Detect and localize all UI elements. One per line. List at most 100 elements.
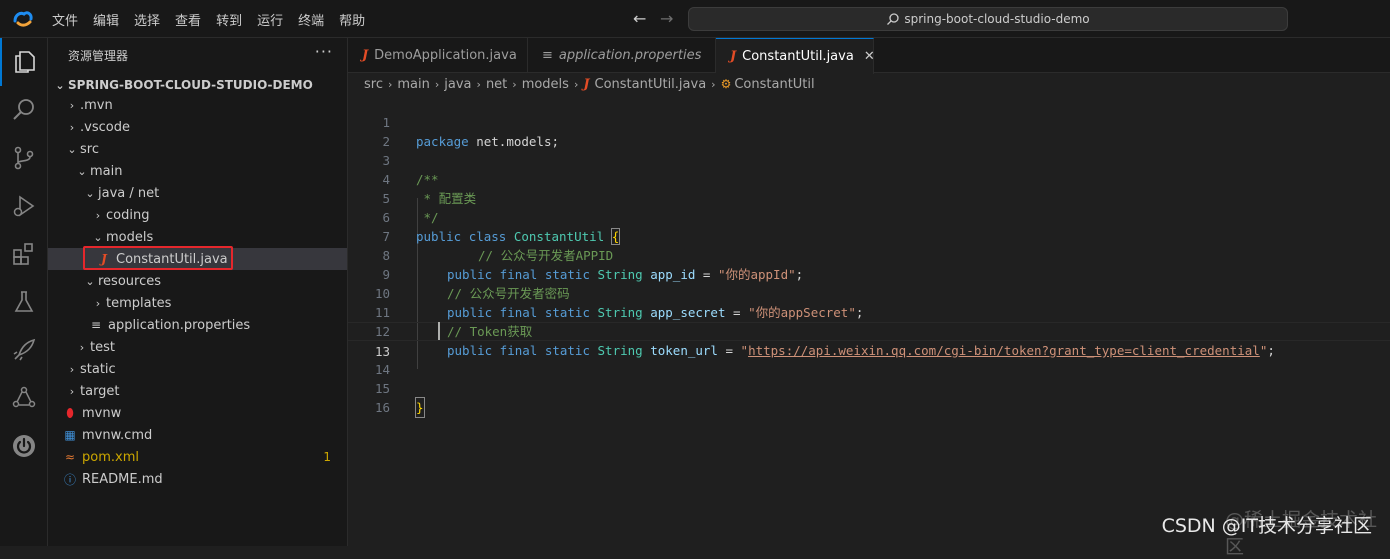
breadcrumb-item[interactable]: net	[486, 77, 507, 92]
code-editor[interactable]: 1 package net.models; 2 3 /** 4 * 配置类 5 …	[348, 94, 1390, 546]
sidebar-title: 资源管理器	[68, 49, 129, 63]
chevron-down-icon: ⌄	[67, 142, 77, 156]
tree-item-label: README.md	[82, 471, 163, 487]
tab-label: ConstantUtil.java	[742, 49, 854, 64]
watermark: CSDN @IT技术分享社区	[1161, 515, 1372, 537]
chevron-right-icon: ›	[573, 77, 579, 91]
tree-item-test[interactable]: › test	[48, 336, 347, 358]
tree-item-label: main	[90, 163, 123, 179]
code-line-current: 13	[348, 322, 1390, 359]
tab-label: application.properties	[558, 48, 702, 63]
chevron-right-icon: ›	[69, 362, 75, 376]
root-folder[interactable]: ⌄ SPRING-BOOT-CLOUD-STUDIO-DEMO	[52, 74, 312, 96]
tree-item-label: static	[80, 361, 116, 377]
chevron-down-icon: ⌄	[55, 78, 65, 92]
menu-selection[interactable]: 选择	[134, 10, 160, 29]
breadcrumb-item[interactable]: src	[364, 77, 383, 92]
run-debug-button[interactable]	[0, 182, 48, 230]
code-line: 1 package net.models;	[348, 94, 1390, 149]
extensions-button[interactable]	[0, 230, 48, 278]
tab-application-properties[interactable]: ≡ application.properties	[528, 38, 716, 73]
code-line: 6 public class ConstantUtil {	[348, 189, 1390, 245]
tree-item-application-properties[interactable]: ≡ application.properties	[48, 314, 347, 336]
share-icon	[12, 386, 36, 408]
explorer-button[interactable]	[0, 38, 48, 86]
breadcrumb-item[interactable]: ConstantUtil.java	[595, 77, 707, 92]
tree-item-label: .mvn	[80, 97, 113, 113]
java-file-icon: J	[730, 49, 737, 64]
tree-item-label: mvnw	[82, 405, 122, 421]
tree-item-models[interactable]: ⌄ models	[48, 226, 347, 248]
chevron-down-icon: ⌄	[77, 164, 87, 178]
arrow-right-icon[interactable]: →	[660, 9, 673, 28]
tree-item-label: models	[106, 229, 154, 245]
source-control-button[interactable]	[0, 134, 48, 182]
remote-explorer-button[interactable]	[0, 326, 48, 374]
tab-demoapplication-java[interactable]: J DemoApplication.java	[348, 38, 528, 73]
properties-file-icon: ≡	[542, 48, 553, 63]
editor-tabs: J DemoApplication.java ≡ application.pro…	[348, 38, 1390, 74]
tree-item-src[interactable]: ⌄ src	[48, 138, 347, 160]
tree-item-readme-md[interactable]: ⓘ README.md	[48, 468, 347, 490]
chevron-right-icon: ›	[512, 77, 517, 91]
code-line: 8 public final static String app_id = "你…	[348, 227, 1390, 282]
tree-item-mvn[interactable]: › .mvn	[48, 94, 347, 116]
tree-item-target[interactable]: › target	[48, 380, 347, 402]
arrow-left-icon[interactable]: ←	[633, 9, 646, 28]
code-line: 4 * 配置类	[348, 151, 1390, 206]
breadcrumb-item[interactable]: ConstantUtil	[734, 77, 814, 92]
search-button[interactable]	[0, 86, 48, 134]
chevron-right-icon: ›	[95, 296, 101, 310]
cloud-studio-logo-icon	[13, 11, 33, 27]
tree-item-coding[interactable]: › coding	[48, 204, 347, 226]
code-line: 15 }	[348, 360, 1390, 418]
tree-item-pom-xml[interactable]: ≈ pom.xml 1	[48, 446, 347, 468]
menu-run[interactable]: 运行	[257, 10, 283, 29]
line-number: 16	[374, 400, 390, 415]
tab-constantutil-java[interactable]: J ConstantUtil.java ✕	[716, 38, 875, 74]
files-icon	[15, 51, 35, 73]
close-icon[interactable]: ✕	[864, 49, 875, 64]
source-control-icon	[14, 146, 34, 170]
live-share-button[interactable]	[0, 374, 48, 422]
tree-item-static[interactable]: › static	[48, 358, 347, 380]
search-icon	[13, 99, 34, 120]
tree-item-label: target	[80, 383, 120, 399]
breadcrumb-item[interactable]: main	[397, 77, 429, 92]
tree-item-label: coding	[106, 207, 150, 223]
menu-view[interactable]: 查看	[175, 10, 201, 29]
menu-edit[interactable]: 编辑	[93, 10, 119, 29]
breadcrumb-item[interactable]: java	[444, 77, 471, 92]
tree-item-mvnw-cmd[interactable]: ▦ mvnw.cmd	[48, 424, 347, 446]
highlight-annotation-box	[83, 246, 233, 270]
tree-item-resources[interactable]: ⌄ resources	[48, 270, 347, 292]
command-center-search[interactable]: spring-boot-cloud-studio-demo	[688, 7, 1288, 31]
tree-item-java-net[interactable]: ⌄ java / net	[48, 182, 347, 204]
menu-bar: 文件 编辑 选择 查看 转到 运行 终端 帮助	[52, 0, 380, 38]
tree-item-label: templates	[106, 295, 172, 311]
tree-item-mvnw[interactable]: ⬮ mvnw	[48, 402, 347, 424]
menu-file[interactable]: 文件	[52, 10, 78, 29]
breadcrumb: src › main › java › net › models › J Con…	[364, 75, 815, 93]
shell-file-icon: ⬮	[66, 405, 74, 420]
spring-boot-button[interactable]	[0, 422, 48, 470]
run-debug-icon	[13, 195, 35, 217]
text-cursor	[438, 322, 440, 340]
code-line: 3 /**	[348, 132, 1390, 187]
tree-item-main[interactable]: ⌄ main	[48, 160, 347, 182]
chevron-right-icon: ›	[69, 384, 75, 398]
tree-item-vscode[interactable]: › .vscode	[48, 116, 347, 138]
tree-item-label: src	[80, 141, 99, 157]
tree-item-templates[interactable]: › templates	[48, 292, 347, 314]
chevron-right-icon: ›	[79, 340, 85, 354]
chevron-right-icon: ›	[476, 77, 481, 91]
more-actions-icon[interactable]: ···	[315, 42, 333, 61]
menu-terminal[interactable]: 终端	[298, 10, 324, 29]
breadcrumb-item[interactable]: models	[522, 77, 569, 92]
menu-go[interactable]: 转到	[216, 10, 242, 29]
power-icon	[13, 435, 35, 457]
testing-button[interactable]	[0, 278, 48, 326]
tree-item-label: pom.xml	[82, 449, 139, 465]
chevron-right-icon: ›	[711, 77, 716, 91]
menu-help[interactable]: 帮助	[339, 10, 365, 29]
